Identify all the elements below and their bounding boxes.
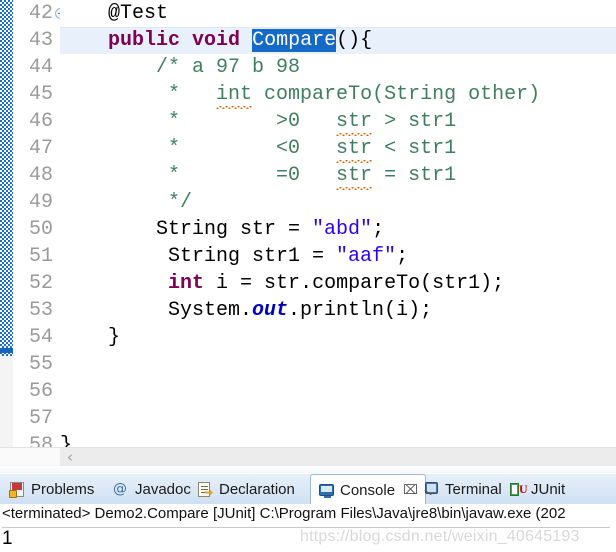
- annotation-ruler-caret-marker: [0, 348, 13, 353]
- line-number: 43: [28, 29, 53, 52]
- line-number: 47: [28, 137, 53, 160]
- junit-icon: U: [509, 481, 528, 498]
- console-view[interactable]: <terminated> Demo2.Compare [JUnit] C:\Pr…: [0, 504, 616, 552]
- code-line[interactable]: String str = "abd";: [60, 216, 616, 243]
- tab-console[interactable]: Console ⌧: [310, 474, 427, 505]
- code-line[interactable]: }: [60, 324, 616, 351]
- code-line[interactable]: public void Compare(){: [60, 27, 616, 54]
- scroll-left-arrow-icon[interactable]: ‹: [62, 450, 78, 465]
- line-number: 51: [28, 245, 53, 268]
- tab-label: Javadoc: [135, 480, 191, 498]
- console-icon: [318, 482, 335, 499]
- code-text-area[interactable]: @Test public void Compare(){ /* a 97 b 9…: [60, 0, 616, 466]
- line-number: 54: [28, 326, 53, 349]
- line-number: 44: [28, 56, 53, 79]
- tab-label: Terminal: [445, 480, 502, 498]
- code-line[interactable]: * <0 str < str1: [60, 135, 616, 162]
- console-process-label: <terminated> Demo2.Compare [JUnit] C:\Pr…: [2, 505, 566, 522]
- line-number: 53: [28, 299, 53, 322]
- javadoc-at-icon: @: [113, 480, 127, 497]
- code-line[interactable]: */: [60, 189, 616, 216]
- tab-javadoc[interactable]: @ Javadoc: [106, 474, 198, 504]
- code-line[interactable]: * int compareTo(String other): [60, 81, 616, 108]
- tab-declaration[interactable]: Declaration: [190, 474, 302, 504]
- tab-problems[interactable]: Problems: [2, 474, 101, 504]
- bottom-tab-bar[interactable]: Problems @ Javadoc Declaration Console ⌧ Termi…: [0, 474, 616, 505]
- scrollbar-track[interactable]: [60, 448, 616, 466]
- code-line[interactable]: /* a 97 b 98: [60, 54, 616, 81]
- line-number: 55: [28, 353, 53, 376]
- code-line[interactable]: [60, 351, 616, 378]
- problems-icon: [9, 481, 26, 498]
- csdn-watermark: https://blog.csdn.net/weixin_40645193: [300, 528, 580, 545]
- java-code-editor[interactable]: 42 43 44 45 46 47 48 49 50 51 52 53 54 55 56 57 58 @Test…: [0, 0, 616, 466]
- code-line[interactable]: * =0 str = str1: [60, 162, 616, 189]
- tab-terminal[interactable]: Terminal: [416, 474, 509, 504]
- code-line[interactable]: @Test: [60, 0, 616, 27]
- line-number: 56: [28, 380, 53, 403]
- line-number: 42: [28, 2, 53, 25]
- line-number: 46: [28, 110, 53, 133]
- bottom-view-stack: Problems @ Javadoc Declaration Console ⌧ Termi…: [0, 474, 616, 552]
- tab-label: Problems: [31, 480, 95, 498]
- tab-label: Console: [340, 481, 396, 499]
- line-number: 50: [28, 218, 53, 241]
- code-line[interactable]: * >0 str > str1: [60, 108, 616, 135]
- terminal-icon: [423, 481, 440, 498]
- code-line[interactable]: String str1 = "aaf";: [60, 243, 616, 270]
- frame-gradient: [0, 466, 616, 473]
- annotation-ruler-band: [0, 0, 13, 356]
- tab-label: Declaration: [219, 480, 295, 498]
- line-number: 45: [28, 83, 53, 106]
- tab-junit[interactable]: U JUnit: [502, 474, 572, 504]
- editor-horizontal-scrollbar[interactable]: ‹: [0, 447, 616, 466]
- declaration-icon: [197, 481, 214, 498]
- line-number: 57: [28, 407, 53, 430]
- line-number: 52: [28, 272, 53, 295]
- code-line[interactable]: int i = str.compareTo(str1);: [60, 270, 616, 297]
- line-number: 48: [28, 164, 53, 187]
- code-line[interactable]: [60, 405, 616, 432]
- eclipse-ide-window: 42 43 44 45 46 47 48 49 50 51 52 53 54 55 56 57 58 @Test…: [0, 0, 616, 552]
- console-output-text: 1: [2, 528, 13, 549]
- tab-label: JUnit: [531, 480, 566, 498]
- annotation-ruler[interactable]: [0, 0, 14, 466]
- code-line[interactable]: [60, 378, 616, 405]
- line-number: 49: [28, 191, 53, 214]
- code-line[interactable]: System.out.println(i);: [60, 297, 616, 324]
- scrollbar-corner: [0, 448, 60, 465]
- line-number-gutter[interactable]: 42 43 44 45 46 47 48 49 50 51 52 53 54 55 56 57 58: [13, 0, 66, 466]
